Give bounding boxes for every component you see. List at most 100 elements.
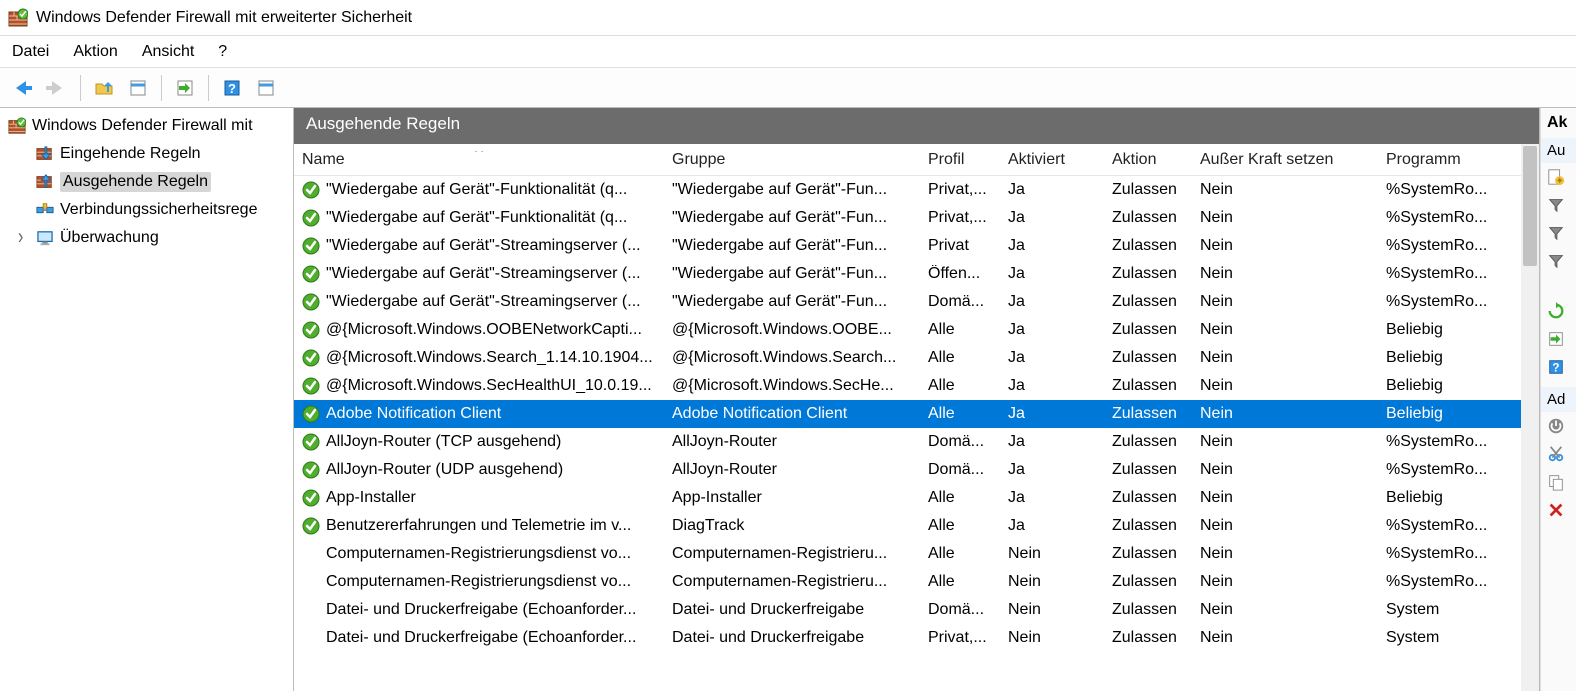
toolbar-properties[interactable] (123, 73, 153, 103)
toolbar-forward[interactable] (42, 73, 72, 103)
table-row[interactable]: "Wiedergabe auf Gerät"-Funktionalität (q… (294, 176, 1539, 204)
table-row[interactable]: "Wiedergabe auf Gerät"-Streamingserver (… (294, 260, 1539, 288)
table-row[interactable]: AllJoyn-Router (TCP ausgehend)AllJoyn-Ro… (294, 428, 1539, 456)
action-cut[interactable] (1541, 440, 1576, 468)
content-header: Ausgehende Regeln (294, 108, 1539, 144)
rule-name: Adobe Notification Client (326, 405, 501, 423)
tree-inbound-rules[interactable]: Eingehende Regeln (0, 140, 293, 168)
column-action[interactable]: Aktion (1104, 151, 1192, 169)
cell-profile: Alle (920, 405, 1000, 423)
scrollbar-thumb[interactable] (1523, 146, 1537, 266)
table-row[interactable]: @{Microsoft.Windows.SecHealthUI_10.0.19.… (294, 372, 1539, 400)
cell-name: "Wiedergabe auf Gerät"-Funktionalität (q… (294, 181, 664, 199)
table-row[interactable]: @{Microsoft.Windows.OOBENetworkCapti...@… (294, 316, 1539, 344)
allow-icon (302, 433, 320, 451)
filter-icon (1547, 196, 1565, 214)
column-program[interactable]: Programm (1378, 151, 1496, 169)
menu-action[interactable]: Aktion (73, 43, 117, 61)
toolbar-up[interactable] (89, 73, 119, 103)
table-row[interactable]: @{Microsoft.Windows.Search_1.14.10.1904.… (294, 344, 1539, 372)
cell-override: Nein (1192, 517, 1378, 535)
menu-file[interactable]: Datei (12, 43, 49, 61)
cell-action: Zulassen (1104, 377, 1192, 395)
menu-help[interactable]: ? (218, 43, 227, 61)
table-row[interactable]: Computernamen-Registrierungsdienst vo...… (294, 540, 1539, 568)
action-new-rule[interactable] (1541, 163, 1576, 191)
cell-name: @{Microsoft.Windows.OOBENetworkCapti... (294, 321, 664, 339)
action-filter-group[interactable] (1541, 247, 1576, 275)
arrow-back-icon (12, 78, 34, 98)
cell-group: @{Microsoft.Windows.SecHe... (664, 377, 920, 395)
tree-monitoring[interactable]: Überwachung (0, 224, 293, 252)
toolbar-back[interactable] (8, 73, 38, 103)
table-row[interactable]: Datei- und Druckerfreigabe (Echoanforder… (294, 596, 1539, 624)
cell-override: Nein (1192, 377, 1378, 395)
table-row[interactable]: "Wiedergabe auf Gerät"-Funktionalität (q… (294, 204, 1539, 232)
rule-name: App-Installer (326, 489, 416, 507)
new-rule-icon (1547, 168, 1565, 186)
cell-override: Nein (1192, 461, 1378, 479)
cell-program: System (1378, 629, 1496, 647)
monitor-icon (36, 229, 54, 247)
cell-program: System (1378, 601, 1496, 619)
table-row[interactable]: "Wiedergabe auf Gerät"-Streamingserver (… (294, 232, 1539, 260)
toolbar-help[interactable] (217, 73, 247, 103)
cell-override: Nein (1192, 629, 1378, 647)
action-export-list[interactable] (1541, 325, 1576, 353)
action-refresh[interactable] (1541, 297, 1576, 325)
cell-name: AllJoyn-Router (UDP ausgehend) (294, 461, 664, 479)
action-disable[interactable] (1541, 412, 1576, 440)
vertical-scrollbar[interactable] (1521, 144, 1539, 691)
table-row[interactable]: Benutzererfahrungen und Telemetrie im v.… (294, 512, 1539, 540)
cell-profile: Alle (920, 321, 1000, 339)
rule-name: "Wiedergabe auf Gerät"-Funktionalität (q… (326, 209, 627, 227)
table-row[interactable]: App-InstallerApp-InstallerAlleJaZulassen… (294, 484, 1539, 512)
cell-action: Zulassen (1104, 629, 1192, 647)
cell-group: AllJoyn-Router (664, 461, 920, 479)
table-row[interactable]: Datei- und Druckerfreigabe (Echoanforder… (294, 624, 1539, 652)
toolbar-separator (161, 75, 162, 101)
cell-name: "Wiedergabe auf Gerät"-Streamingserver (… (294, 237, 664, 255)
cell-group: @{Microsoft.Windows.OOBE... (664, 321, 920, 339)
cell-action: Zulassen (1104, 321, 1192, 339)
tree-root-label: Windows Defender Firewall mit (32, 117, 253, 135)
column-override[interactable]: Außer Kraft setzen (1192, 151, 1378, 169)
cell-override: Nein (1192, 433, 1378, 451)
cell-program: %SystemRo... (1378, 237, 1496, 255)
rule-name: Datei- und Druckerfreigabe (Echoanforder… (326, 629, 636, 647)
action-delete[interactable] (1541, 496, 1576, 524)
refresh-icon (1547, 302, 1565, 320)
table-row[interactable]: AllJoyn-Router (UDP ausgehend)AllJoyn-Ro… (294, 456, 1539, 484)
cell-profile: Alle (920, 517, 1000, 535)
disable-icon (1547, 417, 1565, 435)
action-help[interactable] (1541, 353, 1576, 381)
table-row[interactable]: "Wiedergabe auf Gerät"-Streamingserver (… (294, 288, 1539, 316)
toolbar-show-actions[interactable] (251, 73, 281, 103)
allow-icon (302, 517, 320, 535)
column-enabled[interactable]: Aktiviert (1000, 151, 1104, 169)
action-filter-state[interactable] (1541, 219, 1576, 247)
allow-icon (302, 265, 320, 283)
menu-view[interactable]: Ansicht (142, 43, 194, 61)
allow-icon (302, 237, 320, 255)
column-group[interactable]: Gruppe (664, 151, 920, 169)
tree-outbound-rules[interactable]: Ausgehende Regeln (0, 168, 293, 196)
table-row[interactable]: Computernamen-Registrierungsdienst vo...… (294, 568, 1539, 596)
column-profile[interactable]: Profil (920, 151, 1000, 169)
column-name[interactable]: Name (294, 151, 664, 169)
tree-connection-security[interactable]: Verbindungssicherheitsrege (0, 196, 293, 224)
tree-root[interactable]: Windows Defender Firewall mit (0, 112, 293, 140)
cell-profile: Privat,... (920, 181, 1000, 199)
cell-program: %SystemRo... (1378, 209, 1496, 227)
action-copy[interactable] (1541, 468, 1576, 496)
action-filter-profile[interactable] (1541, 191, 1576, 219)
table-row[interactable]: Adobe Notification ClientAdobe Notificat… (294, 400, 1539, 428)
cell-name: App-Installer (294, 489, 664, 507)
cell-program: Beliebig (1378, 405, 1496, 423)
allow-icon (302, 405, 320, 423)
cell-enabled: Ja (1000, 517, 1104, 535)
grid-wrap: Name Gruppe Profil Aktiviert Aktion Auße… (294, 144, 1539, 691)
no-icon (302, 629, 320, 647)
toolbar-export[interactable] (170, 73, 200, 103)
firewall-icon (8, 8, 28, 28)
